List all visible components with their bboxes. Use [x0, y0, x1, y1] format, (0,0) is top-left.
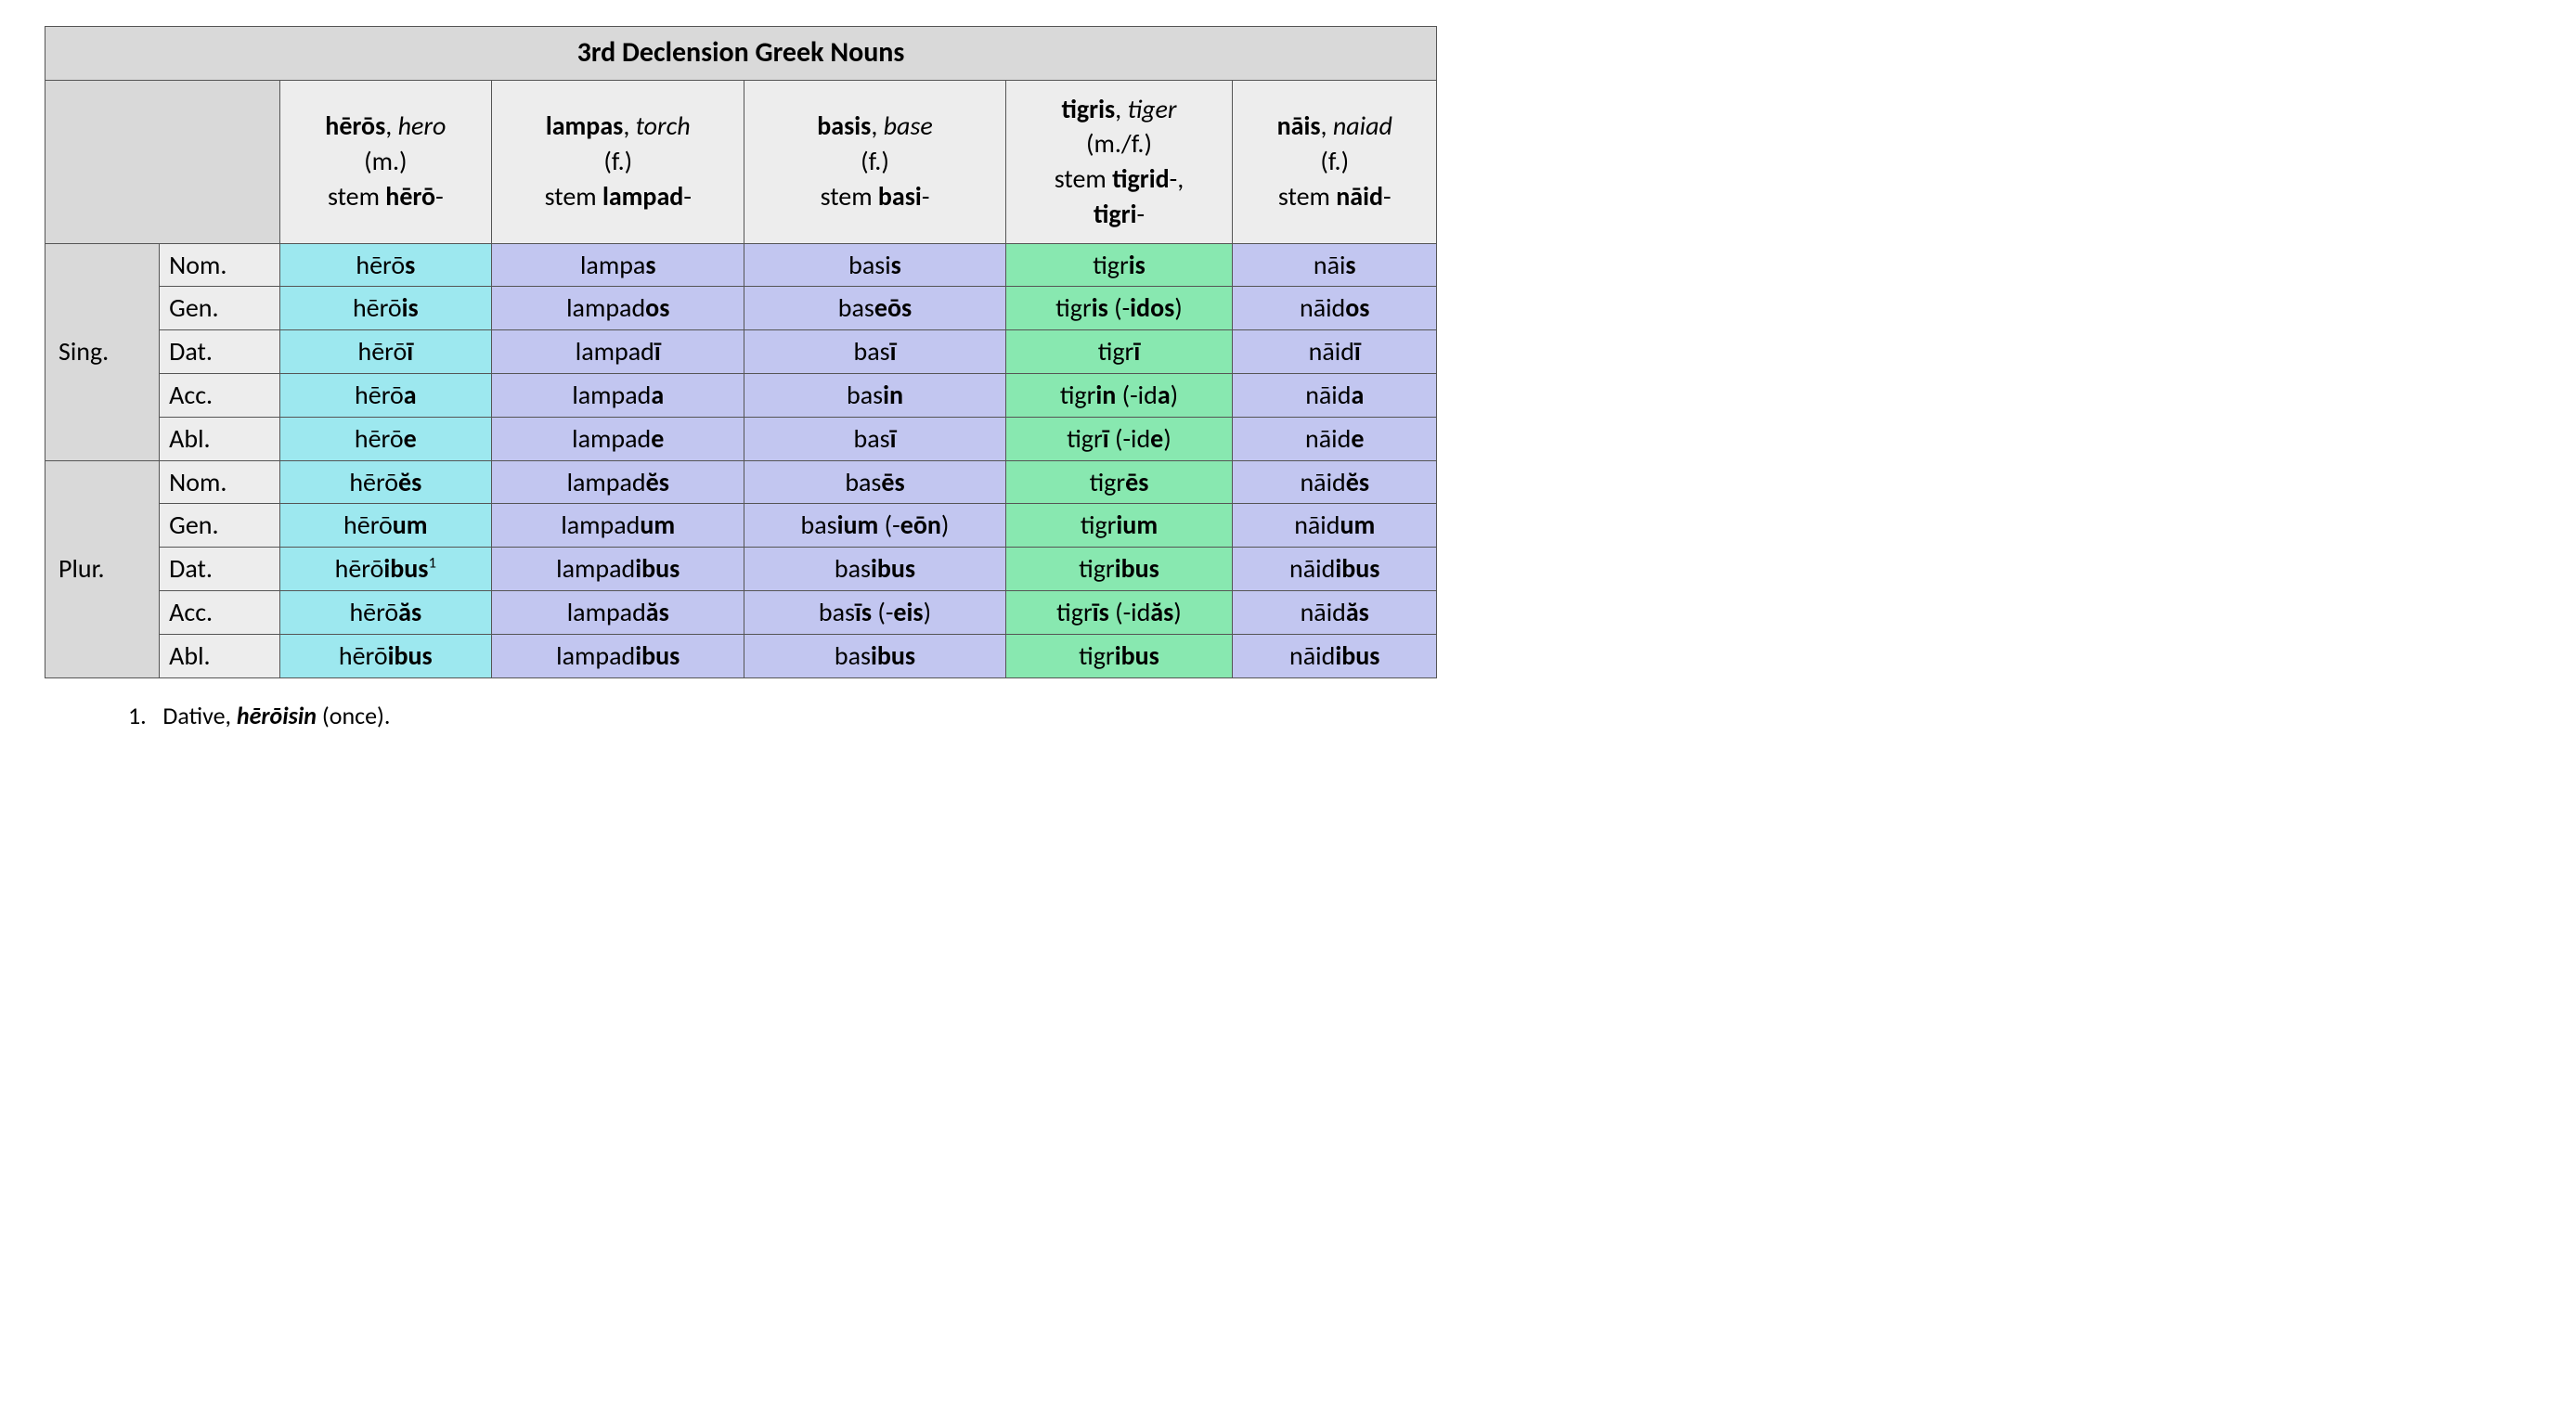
table-row: Abl.hērōelampadebasītigrī (-ide)nāide [45, 417, 1437, 460]
column-header-1: lampas, torch(f.)stem lampad- [492, 80, 744, 243]
case-label: Acc. [160, 591, 279, 635]
form-cell: nāidī [1233, 330, 1437, 374]
header-blank [45, 80, 280, 243]
form-cell: hērōa [279, 374, 491, 418]
footnote: 1. Dative, hērōisin (once). [45, 678, 1521, 730]
number-label: Sing. [45, 243, 160, 460]
form-cell: lampadibus [492, 634, 744, 677]
form-cell: hērōĕs [279, 460, 491, 504]
form-cell: basibus [744, 548, 1005, 591]
form-cell: nāide [1233, 417, 1437, 460]
case-label: Gen. [160, 504, 279, 548]
form-cell: lampadum [492, 504, 744, 548]
form-cell: tigris [1005, 243, 1233, 287]
footnote-tail: (once). [317, 701, 391, 730]
form-cell: lampadĕs [492, 460, 744, 504]
form-cell: lampadăs [492, 591, 744, 635]
form-cell: tigrīs (-idăs) [1005, 591, 1233, 635]
number-label: Plur. [45, 460, 160, 677]
table-row: Gen.hērōislampadosbaseōstigris (-idos)nā… [45, 287, 1437, 330]
form-cell: hērōī [279, 330, 491, 374]
form-cell: tigrī (-ide) [1005, 417, 1233, 460]
form-cell: basin [744, 374, 1005, 418]
form-cell: nāida [1233, 374, 1437, 418]
case-label: Dat. [160, 330, 279, 374]
case-label: Abl. [160, 417, 279, 460]
form-cell: hērōum [279, 504, 491, 548]
form-cell: lampados [492, 287, 744, 330]
form-cell: basibus [744, 634, 1005, 677]
table-row: Gen.hērōumlampadumbasium (-eōn)tigriumnā… [45, 504, 1437, 548]
table-row: Abl.hērōibuslampadibusbasibustigribusnāi… [45, 634, 1437, 677]
form-cell: nāidum [1233, 504, 1437, 548]
case-label: Acc. [160, 374, 279, 418]
table-row: Acc.hērōalampadabasintigrin (-ida)nāida [45, 374, 1437, 418]
table-row: Sing.Nom.hērōslampasbasistigrisnāis [45, 243, 1437, 287]
form-cell: hērōăs [279, 591, 491, 635]
form-cell: lampas [492, 243, 744, 287]
form-cell: lampadibus [492, 548, 744, 591]
form-cell: hērōs [279, 243, 491, 287]
form-cell: nāidibus [1233, 548, 1437, 591]
column-header-4: nāis, naiad(f.)stem nāid- [1233, 80, 1437, 243]
form-cell: tigrium [1005, 504, 1233, 548]
form-cell: lampada [492, 374, 744, 418]
column-header-3: tigris, tiger(m./f.)stem tigrid-,tigri- [1005, 80, 1233, 243]
form-cell: basī [744, 417, 1005, 460]
footnote-lead: Dative, [162, 701, 237, 730]
form-cell: lampade [492, 417, 744, 460]
footnote-num: 1. [128, 701, 147, 730]
form-cell: tigris (-idos) [1005, 287, 1233, 330]
case-label: Abl. [160, 634, 279, 677]
form-cell: hērōis [279, 287, 491, 330]
form-cell: tigribus [1005, 634, 1233, 677]
form-cell: basīs (-eis) [744, 591, 1005, 635]
column-header-2: basis, base(f.)stem basi- [744, 80, 1005, 243]
form-cell: nāidos [1233, 287, 1437, 330]
form-cell: hērōe [279, 417, 491, 460]
case-label: Nom. [160, 243, 279, 287]
form-cell: basēs [744, 460, 1005, 504]
form-cell: hērōibus1 [279, 548, 491, 591]
form-cell: basis [744, 243, 1005, 287]
form-cell: lampadī [492, 330, 744, 374]
form-cell: nāidăs [1233, 591, 1437, 635]
form-cell: basium (-eōn) [744, 504, 1005, 548]
form-cell: tigrēs [1005, 460, 1233, 504]
form-cell: nāidĕs [1233, 460, 1437, 504]
form-cell: basī [744, 330, 1005, 374]
form-cell: tigrī [1005, 330, 1233, 374]
column-header-0: hērōs, hero(m.)stem hērō- [279, 80, 491, 243]
case-label: Nom. [160, 460, 279, 504]
table-row: Dat.hērōīlampadībasītigrīnāidī [45, 330, 1437, 374]
declension-table: 3rd Declension Greek Nouns hērōs, hero(m… [45, 26, 1437, 678]
footnote-word: hērōisin [237, 701, 317, 730]
form-cell: baseōs [744, 287, 1005, 330]
form-cell: tigribus [1005, 548, 1233, 591]
case-label: Dat. [160, 548, 279, 591]
table-row: Dat.hērōibus1lampadibusbasibustigribusnā… [45, 548, 1437, 591]
form-cell: nāis [1233, 243, 1437, 287]
form-cell: tigrin (-ida) [1005, 374, 1233, 418]
case-label: Gen. [160, 287, 279, 330]
table-row: Plur.Nom.hērōĕslampadĕsbasēstigrēsnāidĕs [45, 460, 1437, 504]
form-cell: hērōibus [279, 634, 491, 677]
table-title: 3rd Declension Greek Nouns [45, 27, 1437, 81]
form-cell: nāidibus [1233, 634, 1437, 677]
table-row: Acc.hērōăslampadăsbasīs (-eis)tigrīs (-i… [45, 591, 1437, 635]
